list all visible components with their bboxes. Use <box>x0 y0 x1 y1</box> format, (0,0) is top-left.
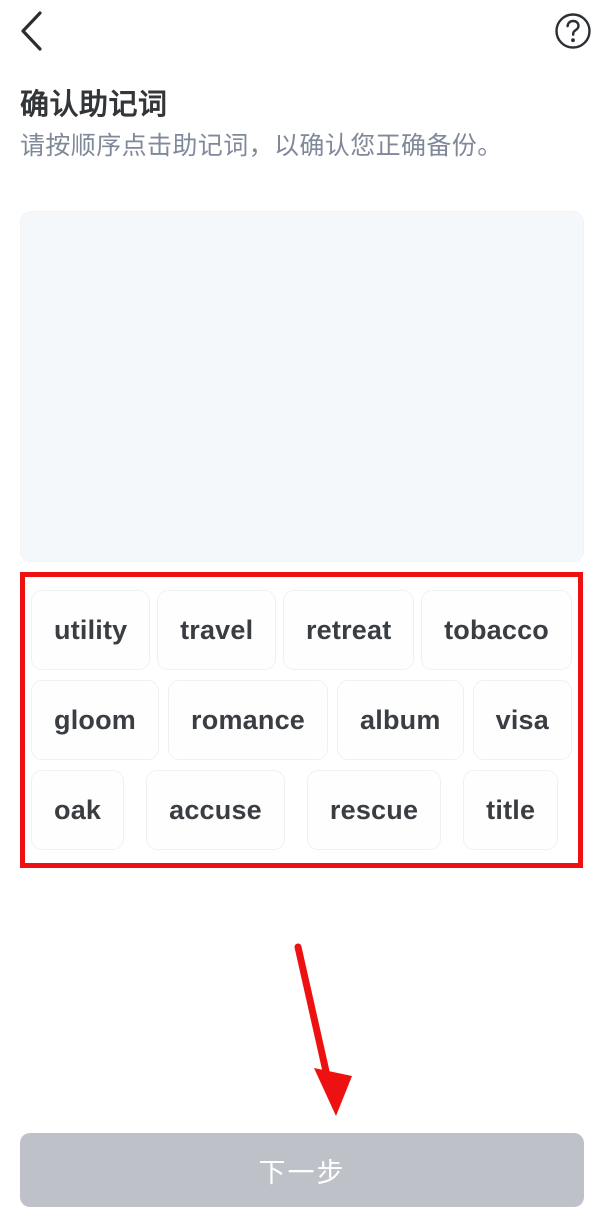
word-chip-visa[interactable]: visa <box>472 680 572 760</box>
word-chip-oak[interactable]: oak <box>31 770 125 850</box>
back-button[interactable] <box>18 9 62 53</box>
word-chip-romance[interactable]: romance <box>168 680 328 760</box>
word-bank-row: gloom romance album visa <box>31 675 572 765</box>
question-circle-icon <box>554 12 592 50</box>
chevron-left-icon <box>18 10 44 52</box>
page-heading: 确认助记词 请按顺序点击助记词，以确认您正确备份。 <box>20 86 590 163</box>
page-title: 确认助记词 <box>20 89 168 121</box>
word-chip-utility[interactable]: utility <box>31 590 151 670</box>
word-chip-album[interactable]: album <box>337 680 464 760</box>
arrow-icon <box>294 943 352 1116</box>
selected-words-dropzone[interactable] <box>20 211 584 562</box>
selected-words-list <box>21 212 583 561</box>
word-chip-title[interactable]: title <box>463 770 559 850</box>
word-chip-retreat[interactable]: retreat <box>282 590 415 670</box>
help-button[interactable] <box>548 9 592 53</box>
word-bank-row: utility travel retreat tobacco <box>31 585 572 675</box>
top-navigation-bar <box>0 0 610 62</box>
page-subtitle: 请按顺序点击助记词，以确认您正确备份。 <box>20 132 503 160</box>
word-chip-accuse[interactable]: accuse <box>146 770 285 850</box>
word-bank-row: oak accuse rescue title <box>31 765 572 855</box>
word-chip-gloom[interactable]: gloom <box>31 680 159 760</box>
word-bank: utility travel retreat tobacco gloom romance a… <box>25 577 578 863</box>
word-chip-tobacco[interactable]: tobacco <box>421 590 572 670</box>
word-chip-travel[interactable]: travel <box>157 590 277 670</box>
word-chip-rescue[interactable]: rescue <box>306 770 442 850</box>
next-step-button[interactable]: 下一步 <box>20 1133 584 1207</box>
